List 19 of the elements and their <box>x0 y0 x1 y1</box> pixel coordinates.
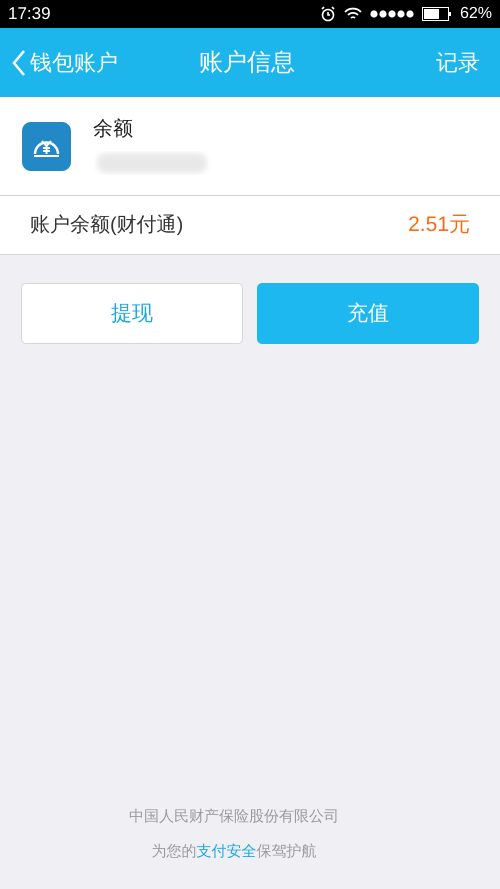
wifi-icon <box>344 7 362 21</box>
alarm-icon <box>320 6 336 22</box>
records-button[interactable]: 记录 <box>436 46 488 79</box>
back-button[interactable]: 钱包账户 <box>12 46 118 79</box>
balance-amount: 2.51元 <box>408 212 470 238</box>
clock-time: 17:39 <box>8 3 51 26</box>
balance-label: 账户余额(财付通) <box>30 213 184 238</box>
recharge-button[interactable]: 充值 <box>257 283 479 344</box>
battery-icon <box>422 7 452 21</box>
back-icon <box>12 48 26 76</box>
account-name: 余额 <box>93 117 134 142</box>
security-slogan: 为您的支付安全保驾护航 <box>152 842 316 862</box>
payment-security-link[interactable]: 支付安全 <box>196 842 256 860</box>
company-name: 中国人民财产保险股份有限公司 <box>129 807 339 827</box>
battery-percent: 62% <box>460 4 492 24</box>
withdraw-button[interactable]: 提现 <box>21 283 243 344</box>
page-title: 账户信息 <box>199 48 295 78</box>
signal-icon <box>370 10 414 18</box>
wallet-icon <box>22 122 71 170</box>
